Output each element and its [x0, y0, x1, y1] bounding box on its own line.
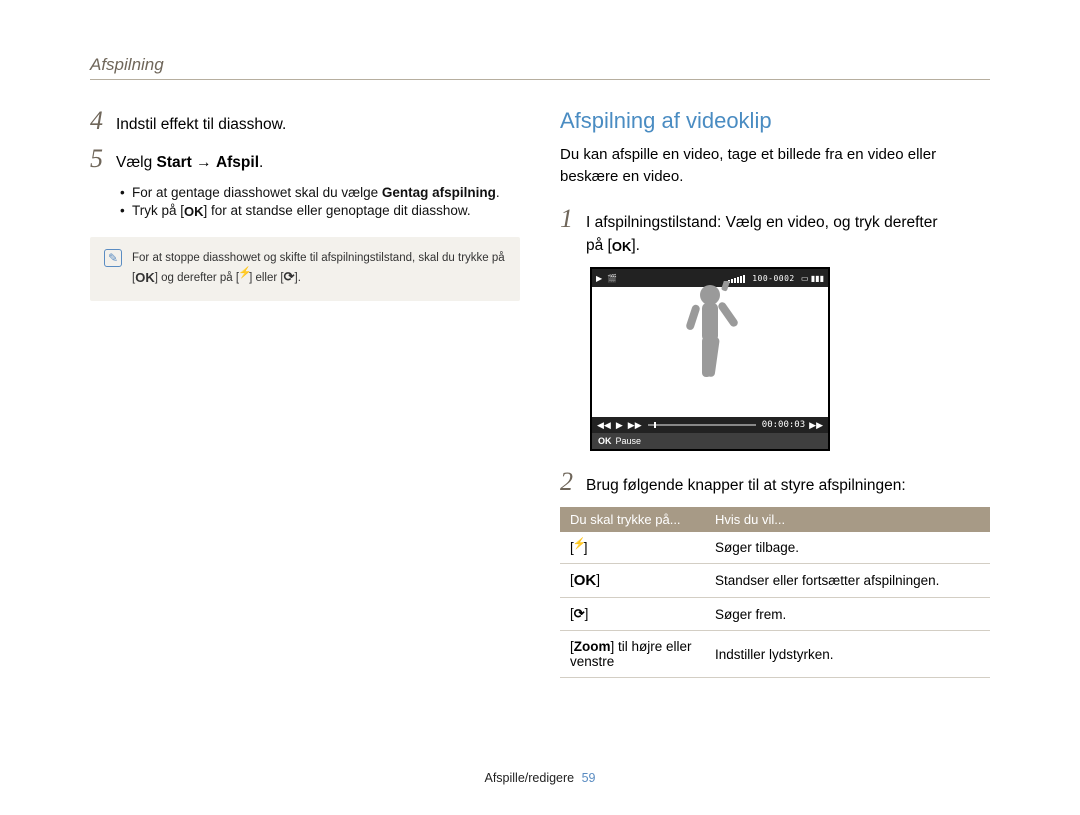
top-left-icons: ▶ 🎬 — [596, 274, 620, 283]
step-4: 4 Indstil effekt til diasshow. — [90, 108, 520, 136]
action-cell: Søger frem. — [705, 598, 990, 631]
ok-icon: OK — [598, 436, 612, 446]
text: ] — [585, 606, 589, 621]
bullet-row: • Tryk på [OK] for at standse eller geno… — [120, 203, 520, 219]
track-controls: ◀◀ ▶ ▶▶ — [597, 420, 642, 431]
pause-label: Pause — [616, 436, 642, 446]
step-text: Vælg Start → Afspil. — [116, 151, 263, 174]
screenshot-canvas — [592, 287, 828, 417]
text: I afspilningstilstand: Vælg en video, og… — [586, 214, 938, 231]
file-counter: 100-0002 — [752, 274, 795, 283]
bold-text: Start — [157, 154, 192, 171]
bullet-dot: • — [120, 203, 126, 218]
step-5: 5 Vælg Start → Afspil. — [90, 146, 520, 174]
text: For at gentage diasshowet skal du vælge — [132, 185, 382, 200]
timer-icon — [284, 272, 295, 284]
text: Vælg — [116, 154, 157, 171]
content-columns: 4 Indstil effekt til diasshow. 5 Vælg St… — [90, 108, 990, 678]
key-cell: [Zoom] til højre eller venstre — [560, 631, 705, 678]
action-cell: Indstiller lydstyrken. — [705, 631, 990, 678]
text: For at stoppe diasshowet og skifte til a… — [132, 252, 505, 264]
th-if: Hvis du vil... — [705, 507, 990, 532]
ok-icon: OK — [574, 572, 597, 589]
screenshot-trackbar: ◀◀ ▶ ▶▶ 00:00:03 ▶▶ — [592, 417, 828, 433]
bullet-text: For at gentage diasshowet skal du vælge … — [132, 185, 500, 200]
track-bar — [648, 424, 756, 426]
note-text: For at stoppe diasshowet og skifte til a… — [132, 249, 505, 289]
bullet-dot: • — [120, 185, 126, 200]
th-press: Du skal trykke på... — [560, 507, 705, 532]
key-cell: [] — [560, 532, 705, 564]
arrow: → — [192, 154, 216, 171]
step-1: 1 I afspilningstilstand: Vælg en video, … — [560, 206, 990, 258]
bold-text: Gentag afspilning — [382, 185, 496, 200]
timer-icon — [574, 606, 585, 621]
footer-label: Afspille/redigere — [484, 771, 574, 785]
fast-icon: ▶▶ — [809, 420, 823, 431]
step-number: 5 — [90, 146, 116, 172]
sub-bullets: • For at gentage diasshowet skal du vælg… — [120, 185, 520, 219]
section-title-text: Afspilning — [90, 55, 164, 74]
page-footer: Afspille/redigere 59 — [0, 771, 1080, 785]
intro-text: Du kan afspille en video, tage et billed… — [560, 144, 990, 188]
text: ] for at standse eller genoptage dit dia… — [204, 203, 471, 218]
text: ] og derefter på [ — [155, 272, 239, 284]
right-column: Afspilning af videoklip Du kan afspille … — [560, 108, 990, 678]
table-row: [OK] Standser eller fortsætter afspilnin… — [560, 564, 990, 598]
text: ] — [596, 572, 600, 587]
controls-table: Du skal trykke på... Hvis du vil... [] S… — [560, 507, 990, 678]
step-number: 1 — [560, 206, 586, 232]
text: Tryk på [ — [132, 203, 184, 218]
left-column: 4 Indstil effekt til diasshow. 5 Vælg St… — [90, 108, 520, 678]
flash-icon — [574, 540, 584, 555]
ok-icon: OK — [135, 268, 155, 289]
timecode: 00:00:03 — [762, 420, 805, 430]
step-number: 4 — [90, 108, 116, 134]
key-cell: [OK] — [560, 564, 705, 598]
text: ]. — [295, 272, 301, 284]
note-icon: ✎ — [104, 249, 122, 267]
table-row: [Zoom] til højre eller venstre Indstille… — [560, 631, 990, 678]
play-mode-icon: ▶ — [596, 274, 602, 283]
step-2: 2 Brug følgende knapper til at styre afs… — [560, 469, 990, 497]
step-text: Indstil effekt til diasshow. — [116, 113, 286, 136]
bold-text: Zoom — [574, 639, 611, 654]
person-silhouette — [675, 281, 745, 391]
step-text: Brug følgende knapper til at styre afspi… — [586, 474, 906, 497]
note-callout: ✎ For at stoppe diasshowet og skifte til… — [90, 237, 520, 301]
key-cell: [] — [560, 598, 705, 631]
text: ] eller [ — [249, 272, 284, 284]
battery-icon: ▮▮▮ — [811, 274, 824, 283]
bullet-text: Tryk på [OK] for at standse eller genopt… — [132, 203, 471, 219]
step-text: I afspilningstilstand: Vælg en video, og… — [586, 211, 938, 258]
table-row: [] Søger frem. — [560, 598, 990, 631]
section-header: Afspilning — [90, 55, 990, 80]
action-cell: Søger tilbage. — [705, 532, 990, 564]
subsection-title: Afspilning af videoklip — [560, 108, 990, 134]
action-cell: Standser eller fortsætter afspilningen. — [705, 564, 990, 598]
video-icon: 🎬 — [607, 274, 617, 283]
screenshot-bottombar: OK Pause — [592, 433, 828, 449]
text: på [ — [586, 237, 612, 254]
video-screenshot: ▶ 🎬 100-0002 ▭ ▮▮▮ — [590, 267, 830, 451]
table-row: [] Søger tilbage. — [560, 532, 990, 564]
flash-icon — [239, 272, 249, 284]
bold-text: Afspil — [216, 154, 259, 171]
text: . — [496, 185, 500, 200]
text: ]. — [631, 237, 640, 254]
ok-icon: OK — [184, 204, 204, 219]
text: . — [259, 154, 263, 171]
card-icon: ▭ — [801, 274, 809, 283]
page-number: 59 — [582, 771, 596, 785]
ok-icon: OK — [612, 237, 632, 257]
bullet-row: • For at gentage diasshowet skal du vælg… — [120, 185, 520, 200]
step-number: 2 — [560, 469, 586, 495]
